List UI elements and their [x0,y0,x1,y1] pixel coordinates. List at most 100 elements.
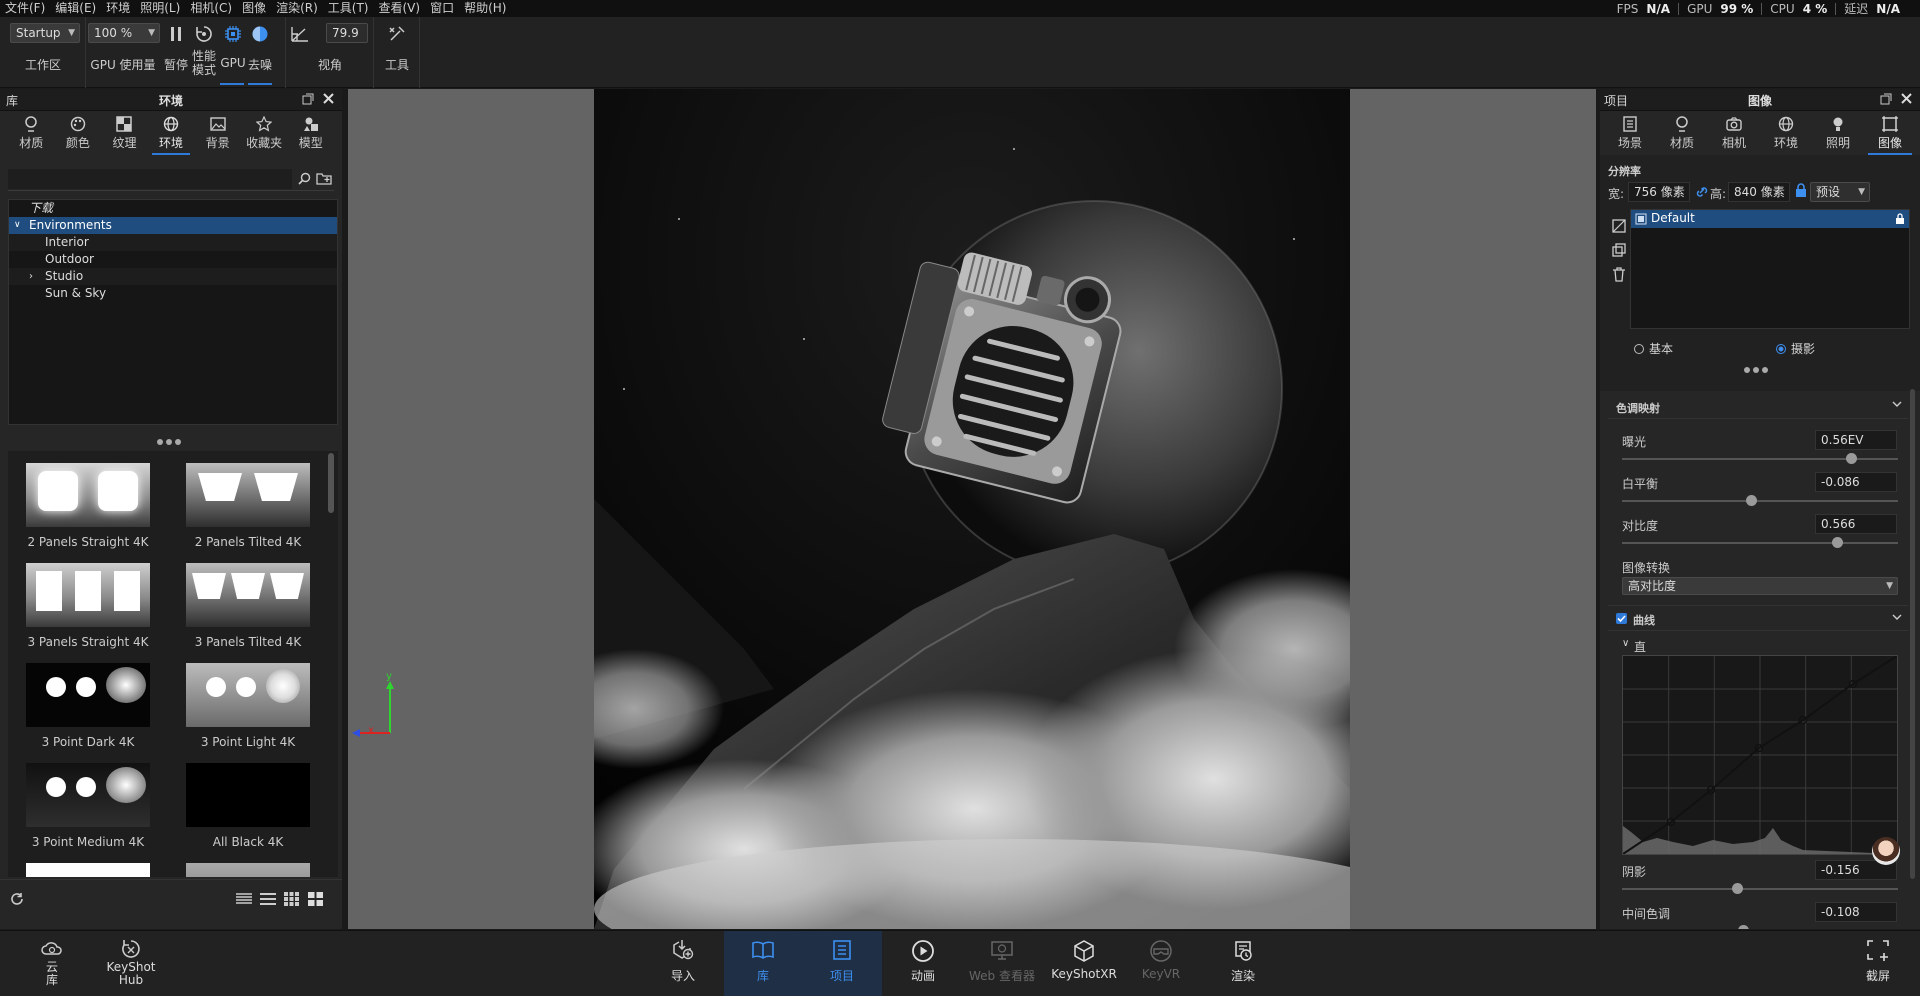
folder-add-icon[interactable] [316,171,332,185]
image-style-icon[interactable] [1612,219,1626,233]
chevron-right-icon[interactable]: › [29,268,33,285]
duplicate-icon[interactable] [1612,243,1626,257]
menu-lighting[interactable]: 照明(L) [135,0,185,17]
exposure-slider[interactable] [1622,458,1898,460]
image-transform-select[interactable]: 高对比度 ▼ [1622,577,1898,595]
exposure-slider-handle[interactable] [1845,453,1857,464]
menu-view[interactable]: 查看(V) [373,0,425,17]
white-balance-slider[interactable] [1622,500,1898,502]
tools-icon[interactable] [386,23,408,45]
refresh-icon[interactable] [10,892,24,906]
tab-scene[interactable]: 场景 [1604,116,1656,155]
trash-icon[interactable] [1612,267,1626,282]
shadows-slider[interactable] [1622,888,1898,890]
fov-icon[interactable] [289,23,311,45]
tab-materials[interactable]: 材质 [8,116,55,155]
env-thumbnail[interactable] [186,563,310,627]
env-thumbnail[interactable] [186,763,310,827]
link-icon[interactable] [1696,185,1708,199]
tab-lighting[interactable]: 照明 [1812,116,1864,155]
assistant-avatar[interactable] [1872,837,1900,865]
env-thumbnail[interactable] [26,663,150,727]
tree-item-studio[interactable]: › Studio [9,268,337,285]
tab-backplates[interactable]: 背景 [194,116,241,155]
zoom-select[interactable]: 100 % ▼ [88,23,160,43]
small-grid-view-icon[interactable] [284,892,299,906]
tone-mapping-header[interactable]: 色调映射 [1608,393,1908,419]
list-view-icon[interactable] [260,892,276,906]
fov-input[interactable]: 79.9 [326,23,368,43]
list-detail-view-icon[interactable] [236,892,252,906]
env-thumbnail[interactable] [186,863,310,877]
white-balance-input[interactable]: -0.086 [1815,472,1897,492]
mode-basic-radio[interactable]: 基本 [1634,340,1673,357]
env-thumbnail[interactable] [186,663,310,727]
menu-image[interactable]: 图像 [237,0,271,17]
exposure-input[interactable]: 0.56EV [1815,430,1897,450]
tree-item-sun-sky[interactable]: Sun & Sky [9,285,337,302]
tree-item-downloads[interactable]: 下载 [9,200,337,217]
menu-camera[interactable]: 相机(C) [185,0,237,17]
preset-select[interactable]: 预设 ▼ [1810,182,1870,202]
env-thumbnail[interactable] [26,563,150,627]
keyvr-button[interactable]: KeyVR [1130,931,1192,996]
chevron-down-icon[interactable]: ∨ [14,217,21,234]
tree-item-outdoor[interactable]: Outdoor [9,251,337,268]
white-balance-slider-handle[interactable] [1746,495,1758,506]
tab-material[interactable]: 材质 [1656,116,1708,155]
cloud-library-button[interactable]: 云 库 [34,931,70,996]
workspace-select[interactable]: Startup ▼ [10,23,80,43]
tab-colors[interactable]: 颜色 [55,116,102,155]
keyshot-hub-button[interactable]: KeyShot Hub [100,931,162,996]
scrollbar[interactable] [1910,389,1915,879]
menu-help[interactable]: 帮助(H) [459,0,511,17]
menu-edit[interactable]: 编辑(E) [50,0,101,17]
tab-environments[interactable]: 环境 [148,116,195,155]
search-icon[interactable] [298,172,311,185]
shadows-slider-handle[interactable] [1732,883,1744,894]
curve-checkbox[interactable] [1616,613,1627,624]
curve-editor[interactable] [1622,655,1898,855]
midtones-slider-handle[interactable] [1737,925,1749,929]
animation-button[interactable]: 动画 [892,931,954,996]
menu-tools[interactable]: 工具(T) [323,0,374,17]
contrast-slider-handle[interactable] [1831,537,1843,548]
tab-environment[interactable]: 环境 [1760,116,1812,155]
keyshotxr-button[interactable]: KeyShotXR [1048,931,1120,996]
render-viewport[interactable]: y x [348,89,1596,929]
performance-mode-icon[interactable] [193,23,215,45]
screenshot-button[interactable]: 截屏 [1856,931,1900,996]
close-icon[interactable] [1900,92,1913,105]
search-input[interactable] [8,169,292,189]
tab-favorites[interactable]: 收藏夹 [241,116,288,155]
menu-render[interactable]: 渲染(R) [271,0,323,17]
tab-camera[interactable]: 相机 [1708,116,1760,155]
lock-icon[interactable] [1795,183,1807,198]
large-grid-view-icon[interactable] [308,892,323,906]
image-style-row[interactable]: Default [1631,210,1909,228]
splitter-handle[interactable] [157,439,181,445]
curve-header[interactable]: 曲线 [1608,605,1908,631]
gpu-chip-icon[interactable] [222,23,244,45]
env-thumbnail[interactable] [26,463,150,527]
env-thumbnail[interactable] [26,863,150,877]
import-button[interactable]: 导入 [652,931,714,996]
undock-icon[interactable] [1880,93,1892,105]
tab-image[interactable]: 图像 [1864,116,1916,155]
height-input[interactable]: 840 像素 [1728,182,1790,202]
render-button[interactable]: 渲染 [1212,931,1274,996]
mode-photo-radio[interactable]: 摄影 [1776,340,1815,357]
midtones-input[interactable]: -0.108 [1815,902,1897,922]
tab-models[interactable]: 模型 [287,116,334,155]
tree-item-interior[interactable]: Interior [9,234,337,251]
splitter-handle[interactable] [1744,367,1768,373]
library-button[interactable]: 库 [724,931,802,996]
menu-window[interactable]: 窗口 [425,0,459,17]
undock-icon[interactable] [302,93,314,105]
denoise-icon[interactable] [249,23,271,45]
project-button[interactable]: 项目 [802,931,882,996]
menu-environment[interactable]: 环境 [101,0,135,17]
pause-icon[interactable] [165,23,187,45]
web-viewer-button[interactable]: Web 查看器 [962,931,1042,996]
close-icon[interactable] [322,92,335,105]
